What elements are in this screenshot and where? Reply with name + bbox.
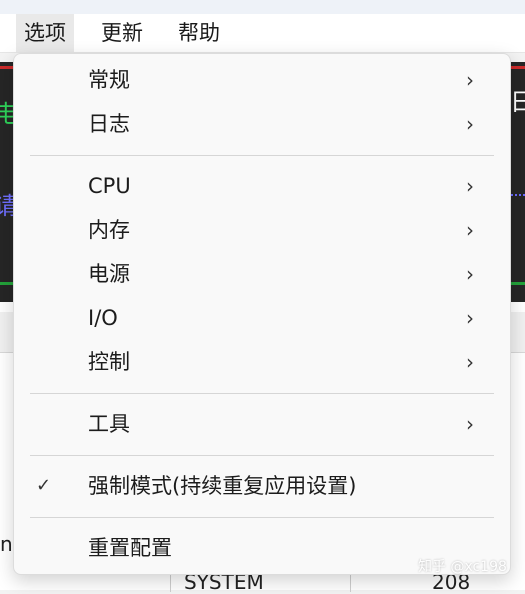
chevron-right-icon: › — [466, 68, 474, 92]
menu-item-label: CPU — [88, 174, 131, 198]
chevron-right-icon: › — [466, 262, 474, 286]
checkmark-icon: ✓ — [36, 475, 52, 496]
menu-divider — [30, 517, 494, 518]
menu-item-log[interactable]: 日志 › — [14, 104, 510, 144]
menu-item-label: 电源 — [88, 262, 130, 286]
menu-item-control[interactable]: 控制 › — [14, 342, 510, 382]
menu-item-power[interactable]: 电源 › — [14, 254, 510, 294]
chevron-right-icon: › — [466, 350, 474, 374]
menu-update[interactable]: 更新 — [93, 14, 151, 52]
menu-item-label: 工具 — [88, 412, 130, 436]
menu-divider — [30, 393, 494, 394]
menu-item-label: 常规 — [88, 68, 130, 92]
menu-item-label: 日志 — [88, 112, 130, 136]
menu-item-label: 重置配置 — [88, 536, 172, 560]
menu-item-force-mode[interactable]: ✓ 强制模式(持续重复应用设置) — [14, 466, 510, 506]
chevron-right-icon: › — [466, 112, 474, 136]
chevron-right-icon: › — [466, 218, 474, 242]
watermark: 知乎 @xc198 — [418, 559, 507, 575]
menu-item-tools[interactable]: 工具 › — [14, 404, 510, 444]
menu-divider — [30, 155, 494, 156]
menu-item-general[interactable]: 常规 › — [14, 60, 510, 100]
list-partial-cell: n — [0, 532, 13, 556]
menu-item-cpu[interactable]: CPU › — [14, 166, 510, 206]
chevron-right-icon: › — [466, 174, 474, 198]
menu-item-label: 内存 — [88, 218, 130, 242]
menu-options[interactable]: 选项 — [16, 14, 74, 52]
options-dropdown-menu: 常规 › 日志 › CPU › 内存 › 电源 › I/O › 控制 › 工具 … — [13, 53, 511, 575]
menu-item-label: 控制 — [88, 350, 130, 374]
menu-item-io[interactable]: I/O › — [14, 298, 510, 338]
menu-help[interactable]: 帮助 — [170, 14, 228, 52]
menu-bar: 选项 更新 帮助 — [0, 14, 525, 53]
menu-item-label: I/O — [88, 306, 118, 330]
chevron-right-icon: › — [466, 306, 474, 330]
title-bar-strip — [0, 0, 525, 14]
menu-item-memory[interactable]: 内存 › — [14, 210, 510, 250]
menu-item-label: 强制模式(持续重复应用设置) — [88, 474, 357, 498]
menu-divider — [30, 455, 494, 456]
chevron-right-icon: › — [466, 412, 474, 436]
graph-label-right: 日 — [510, 88, 525, 116]
